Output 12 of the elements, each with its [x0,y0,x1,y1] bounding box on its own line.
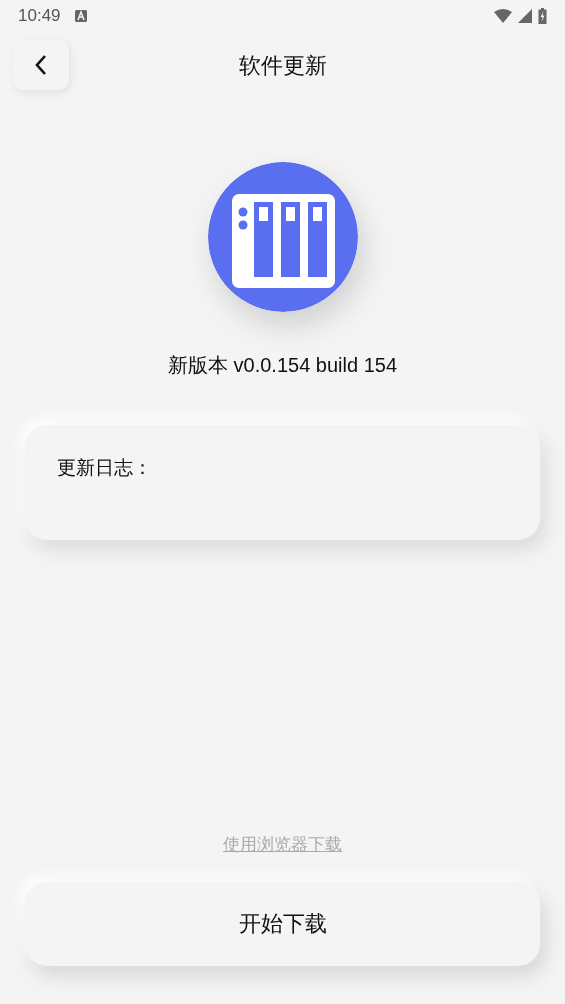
battery-icon [538,8,547,24]
page-title: 软件更新 [238,52,327,80]
start-download-button[interactable]: 开始下载 [25,882,540,966]
back-button[interactable] [13,40,69,90]
signal-icon [518,9,532,23]
changelog-label: 更新日志： [57,456,152,478]
back-icon [34,54,48,76]
notification-icon [74,10,87,22]
server-app-icon [207,162,358,312]
wifi-icon [494,9,512,23]
version-text: 新版本 v0.0.154 build 154 [167,353,398,378]
status-time: 10:49 [18,6,61,26]
